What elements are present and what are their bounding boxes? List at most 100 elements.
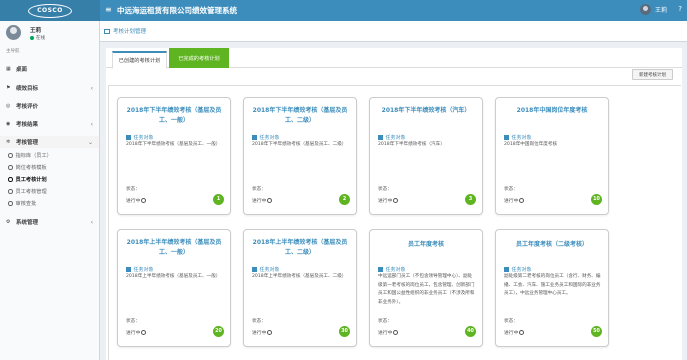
progress-text: 进行中 <box>378 331 393 336</box>
plan-card[interactable]: 员工年度考核 任务对象 中远运部门员工（不包含领导管理中心）、副处级第一老考核的… <box>369 229 483 347</box>
card-progress: 进行中 <box>504 197 525 204</box>
new-plan-button[interactable]: 新建考核计划 <box>632 69 673 80</box>
help-icon[interactable]: ? <box>678 5 682 13</box>
card-label-text: 任务对象 <box>511 135 532 141</box>
sidebar-subitem-employee-plan[interactable]: 员工考核计划 <box>0 174 99 185</box>
system-title: 中远海运租赁有限公司绩效管理系统 <box>117 6 237 15</box>
breadcrumb-label: 考核计划管理 <box>113 29 147 35</box>
card-label-text: 任务对象 <box>133 267 154 273</box>
progress-icon <box>519 330 525 335</box>
plan-card[interactable]: 2018年中国岗位年度考核 任务对象 2018年中国岗位年度考核 状态： 进行中… <box>495 97 609 215</box>
card-status: 状态： <box>252 187 266 192</box>
progress-text: 进行中 <box>504 199 519 204</box>
progress-text: 进行中 <box>504 331 519 336</box>
card-status: 状态： <box>378 187 392 192</box>
card-title[interactable]: 2018年下半年绩效考核（基层及员工、二级） <box>252 106 348 126</box>
gears-icon: ✲ <box>6 139 11 145</box>
card-badge: 40 <box>465 326 476 337</box>
grid-icon <box>504 135 509 140</box>
sidebar-user-name: 王莉 <box>30 28 42 34</box>
tab-bar: 已创建的考核计划 已完成的考核计划 <box>106 48 682 69</box>
card-progress: 进行中 <box>378 197 399 204</box>
card-label: 任务对象 <box>126 134 154 141</box>
compass-icon: ◎ <box>6 103 11 109</box>
card-description: 2018年上半年绩效考核（基层及员工、二级） <box>252 274 347 279</box>
card-label-text: 任务对象 <box>133 135 154 141</box>
progress-icon <box>267 330 273 335</box>
progress-icon <box>393 198 399 203</box>
sidebar-item-system-management[interactable]: ⚙ 系统管理 ‹ <box>0 216 99 228</box>
card-label: 任务对象 <box>504 266 532 273</box>
card-label-text: 任务对象 <box>385 267 406 273</box>
grid-icon: ▦ <box>6 66 11 72</box>
user-menu[interactable]: 王莉 <box>639 4 667 15</box>
grid-icon <box>126 267 131 272</box>
cards-area: 2018年下半年绩效考核（基层及员工、一般） 任务对象 2018年下半年绩效考核… <box>108 85 681 360</box>
plan-card[interactable]: 2018年下半年绩效考核（基层及员工、二级） 任务对象 2018年下半年绩效考核… <box>243 97 357 215</box>
sidebar-item-label: 考核结果 <box>16 122 39 128</box>
card-title[interactable]: 2018年中国岗位年度考核 <box>504 106 600 116</box>
card-badge: 20 <box>213 326 224 337</box>
progress-text: 进行中 <box>126 331 141 336</box>
card-progress: 进行中 <box>126 197 147 204</box>
circle-icon <box>8 189 13 194</box>
card-progress: 进行中 <box>126 329 147 336</box>
card-title[interactable]: 2018年上半年绩效考核（基层及员工、二级） <box>252 238 348 258</box>
tab-created-plans[interactable]: 已创建的考核计划 <box>112 51 167 69</box>
sidebar-subitem-position-template[interactable]: 岗位考核模板 <box>0 162 99 173</box>
card-description: 2018年下半年绩效考核（基层及员工、一般） <box>126 142 221 147</box>
breadcrumb: 考核计划管理 <box>100 21 687 42</box>
sidebar-item-desktop[interactable]: ▦ 桌面 <box>0 63 99 75</box>
card-title[interactable]: 2018年上半年绩效考核（基层及员工、一般） <box>126 238 222 258</box>
logo-area[interactable]: COSCO <box>0 0 100 21</box>
online-status: 在线 <box>30 35 45 41</box>
sidebar: 王莉 在线 主导航 ▦ 桌面 ⚑ 绩效目标 ‹ ◎ 考核评价 ◉ 考核结果 ‹ … <box>0 21 100 360</box>
sidebar-item-performance-goals[interactable]: ⚑ 绩效目标 ‹ <box>0 82 99 94</box>
cosco-logo: COSCO <box>28 3 72 18</box>
sidebar-item-assessment-management[interactable]: ✲ 考核管理 ⌄ <box>0 136 99 148</box>
card-status: 状态： <box>378 319 392 324</box>
sidebar-subitem-label: 员工考核管理 <box>15 189 47 195</box>
card-title[interactable]: 员工年度考核 <box>378 240 474 250</box>
chevron-left-icon: ‹ <box>90 84 93 92</box>
progress-icon <box>141 198 147 203</box>
card-status: 状态： <box>126 319 140 324</box>
plan-card[interactable]: 2018年下半年绩效考核（基层及员工、一般） 任务对象 2018年下半年绩效考核… <box>117 97 231 215</box>
card-label-text: 任务对象 <box>259 267 280 273</box>
plan-card[interactable]: 员工年度考核（二级考核） 任务对象 副处级第二老考核的岗位员工（含行、财务、编播… <box>495 229 609 347</box>
card-status: 状态： <box>504 319 518 324</box>
sidebar-item-results[interactable]: ◉ 考核结果 ‹ <box>0 118 99 130</box>
card-description: 2018年下半年绩效考核（基层及员工、二级） <box>252 142 347 147</box>
breadcrumb-tab[interactable]: 考核计划管理 <box>104 27 146 35</box>
card-description: 2018年上半年绩效考核（基层及员工、一般） <box>126 274 221 279</box>
sidebar-item-evaluation[interactable]: ◎ 考核评价 <box>0 100 99 112</box>
circle-icon <box>8 165 13 170</box>
target-icon: ◉ <box>6 121 11 127</box>
sidebar-subitem-label: 员工考核计划 <box>15 177 47 183</box>
sidebar-subitem-employee-management[interactable]: 员工考核管理 <box>0 186 99 197</box>
circle-icon <box>8 177 13 182</box>
plan-card[interactable]: 2018年下半年绩效考核（汽车） 任务对象 2018年下半年绩效考核（汽车） 状… <box>369 97 483 215</box>
card-title[interactable]: 员工年度考核（二级考核） <box>504 240 600 250</box>
circle-icon <box>8 153 13 158</box>
sidebar-toggle-icon[interactable]: ≡ <box>105 6 112 14</box>
plan-card[interactable]: 2018年上半年绩效考核（基层及员工、一般） 任务对象 2018年上半年绩效考核… <box>117 229 231 347</box>
sidebar-item-label: 绩效目标 <box>16 86 39 92</box>
card-status: 状态： <box>504 187 518 192</box>
progress-text: 进行中 <box>252 331 267 336</box>
grid-icon <box>378 135 383 140</box>
sidebar-subitem-indicator-library[interactable]: 指标库（员工） <box>0 150 99 161</box>
card-badge: 10 <box>591 194 602 205</box>
card-title[interactable]: 2018年下半年绩效考核（汽车） <box>378 106 474 116</box>
card-label: 任务对象 <box>378 134 406 141</box>
tab-completed-plans[interactable]: 已完成的考核计划 <box>169 48 229 68</box>
card-title[interactable]: 2018年下半年绩效考核（基层及员工、一般） <box>126 106 222 126</box>
plan-card[interactable]: 2018年上半年绩效考核（基层及员工、二级） 任务对象 2018年上半年绩效考核… <box>243 229 357 347</box>
card-badge: 3 <box>465 194 476 205</box>
sidebar-subitem-approval[interactable]: 审核查批 <box>0 198 99 209</box>
card-description: 2018年下半年绩效考核（汽车） <box>378 142 445 147</box>
card-label-text: 任务对象 <box>385 135 406 141</box>
sidebar-item-label: 桌面 <box>16 67 28 73</box>
card-label: 任务对象 <box>378 266 406 273</box>
top-navbar: COSCO ≡ 中远海运租赁有限公司绩效管理系统 王莉 ? <box>0 0 687 21</box>
